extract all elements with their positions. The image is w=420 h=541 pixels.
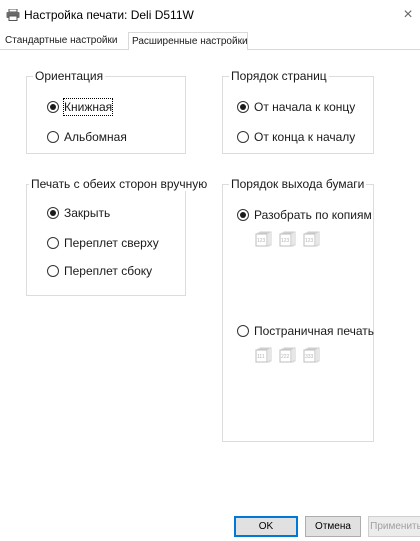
radio-label: От начала к концу — [254, 100, 356, 114]
radio-label: Постраничная печать — [254, 324, 375, 338]
output-order-title: Порядок выхода бумаги — [229, 177, 367, 191]
radio-circle — [47, 101, 59, 113]
radio-label: Закрыть — [64, 206, 111, 220]
dialog-button-bar: OK Отмена Применить — [0, 510, 420, 541]
orientation-title: Ориентация — [33, 69, 106, 83]
page-stack-label: 333 — [305, 354, 314, 360]
close-button[interactable]: × — [400, 6, 416, 24]
page-stack-icon: 123 — [303, 231, 320, 247]
manual-duplex-title: Печать с обеих сторон вручную — [29, 177, 210, 191]
printer-icon — [6, 9, 20, 21]
radio-label: Альбомная — [64, 130, 127, 144]
radio-circle — [237, 209, 249, 221]
uncollated-pages-illustration: 111 222 333 — [255, 347, 335, 363]
page-stack-icon: 333 — [303, 347, 320, 363]
window-title: Настройка печати: Deli D511W — [24, 8, 194, 22]
radio-label: Книжная — [62, 98, 114, 116]
radio-label: От конца к началу — [254, 130, 356, 144]
page-stack-icon: 123 — [255, 231, 272, 247]
radio-circle — [237, 131, 249, 143]
page-stack-label: 123 — [305, 238, 314, 244]
ok-button[interactable]: OK — [234, 516, 298, 537]
page-stack-icon: 111 — [255, 347, 272, 363]
radio-circle — [237, 325, 249, 337]
radio-label: Переплет сверху — [64, 236, 159, 250]
radio-label: Разобрать по копиям — [254, 208, 372, 222]
page-stack-label: 123 — [257, 238, 266, 244]
manual-duplex-group: Печать с обеих сторон вручную Закрыть Пе… — [26, 177, 210, 296]
radio-label: Переплет сбоку — [64, 264, 153, 278]
page-stack-icon: 123 — [279, 231, 296, 247]
apply-button[interactable]: Применить — [368, 516, 420, 537]
tab-standard-settings[interactable]: Стандартные настройки — [2, 32, 128, 50]
collate-pages-illustration: 123 123 123 — [255, 231, 335, 247]
tab-advanced-settings[interactable]: Расширенные настройки — [128, 32, 248, 51]
radio-circle — [47, 237, 59, 249]
radio-circle — [47, 131, 59, 143]
radio-circle — [237, 101, 249, 113]
title-bar: Настройка печати: Deli D511W × — [0, 0, 420, 30]
page-order-title: Порядок страниц — [229, 69, 329, 83]
radio-circle — [47, 265, 59, 277]
radio-circle — [47, 207, 59, 219]
page-stack-label: 222 — [281, 354, 290, 360]
page-order-group: Порядок страниц От начала к концу От кон… — [222, 69, 374, 154]
page-stack-icon: 222 — [279, 347, 296, 363]
tab-panel-advanced: Ориентация Книжная Альбомная Порядок стр… — [0, 50, 420, 510]
output-order-group: Порядок выхода бумаги Разобрать по копия… — [222, 177, 375, 442]
cancel-button[interactable]: Отмена — [305, 516, 361, 537]
page-stack-label: 111 — [257, 354, 265, 360]
orientation-group: Ориентация Книжная Альбомная — [26, 69, 186, 154]
page-stack-label: 123 — [281, 238, 290, 244]
tab-strip: Стандартные настройки Расширенные настро… — [0, 32, 420, 51]
